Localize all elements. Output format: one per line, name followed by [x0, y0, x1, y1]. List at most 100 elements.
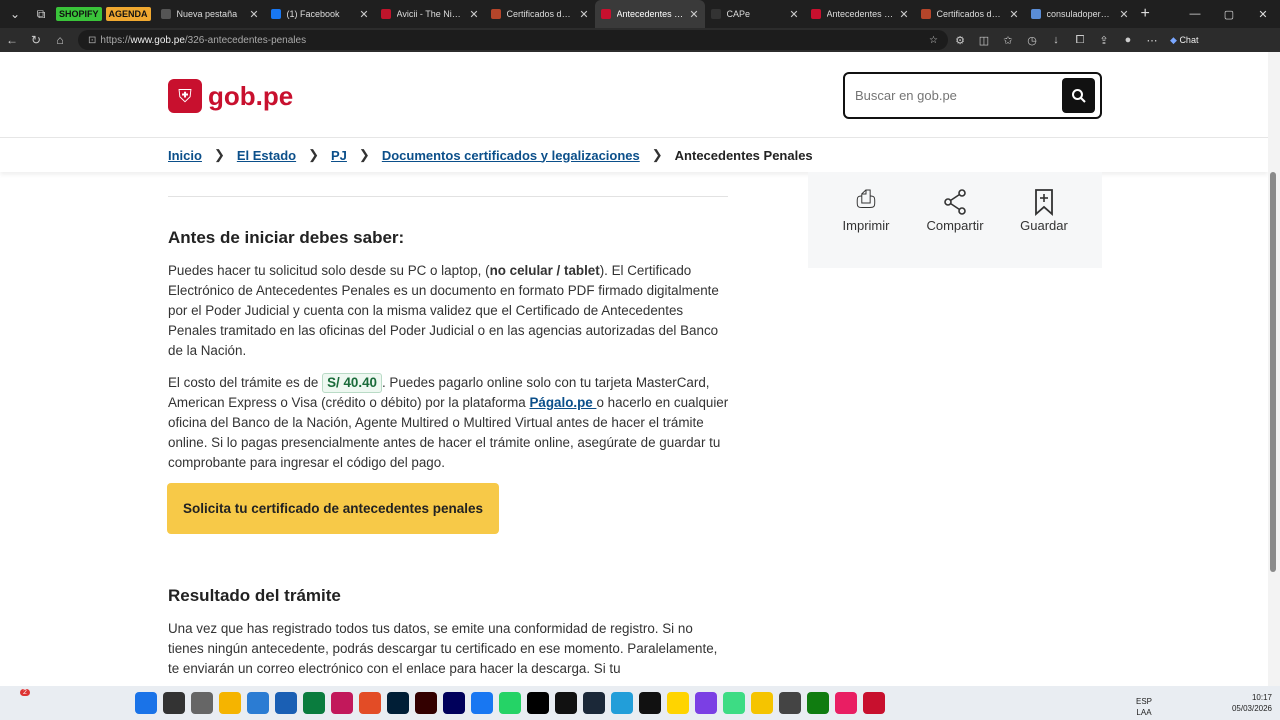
bookmark-pill-agenda[interactable]: AGENDA — [105, 7, 151, 21]
screenshot-icon[interactable]: ⧠ — [1068, 34, 1092, 47]
taskbar-app-icon[interactable] — [359, 692, 381, 714]
taskbar-app-icon[interactable] — [191, 692, 213, 714]
taskbar-app-icon[interactable] — [583, 692, 605, 714]
taskbar-app-icon[interactable] — [443, 692, 465, 714]
browser-tab[interactable]: CAPe ✕ — [705, 0, 805, 28]
clock-date: 05/03/2026 — [1231, 704, 1272, 713]
tab-favicon-icon — [810, 9, 821, 19]
taskbar-app-icon[interactable] — [247, 692, 269, 714]
taskbar-app-icon[interactable] — [331, 692, 353, 714]
request-certificate-button[interactable]: Solicita tu certificado de antecedentes … — [167, 483, 499, 534]
taskbar-app-icon[interactable] — [387, 692, 409, 714]
site-info-icon[interactable]: ⊡ — [88, 35, 96, 46]
tab-close-icon[interactable]: ✕ — [789, 8, 798, 21]
browser-tab[interactable]: Avicii - The Nights | ✕ — [375, 0, 485, 28]
pagalo-link[interactable]: Págalo.pe — [529, 395, 596, 410]
url-field[interactable]: ⊡ https://www.gob.pe/326-antecedentes-pe… — [78, 30, 948, 50]
browser-tab[interactable]: Nueva pestaña ✕ — [155, 0, 265, 28]
workspaces-icon[interactable]: ⧉ — [30, 3, 52, 25]
url-path: /326-antecedentes-penales — [184, 34, 307, 46]
layout-text: LAA — [1136, 708, 1152, 717]
tab-close-icon[interactable]: ✕ — [689, 8, 698, 21]
maximize-button[interactable]: ▢ — [1212, 8, 1246, 21]
tab-close-icon[interactable]: ✕ — [1119, 8, 1128, 21]
taskbar-app-icon[interactable] — [415, 692, 437, 714]
tab-close-icon[interactable]: ✕ — [899, 8, 908, 21]
search-input[interactable] — [855, 88, 1055, 103]
home-icon[interactable]: ⌂ — [48, 33, 72, 47]
taskbar-app-icon[interactable] — [471, 692, 493, 714]
search-button[interactable] — [1062, 78, 1095, 113]
taskbar-app-icon[interactable] — [807, 692, 829, 714]
widgets-icon[interactable]: 2 — [12, 689, 32, 713]
taskbar-app-icon[interactable] — [779, 692, 801, 714]
peru-shield-icon: ⛨ — [168, 79, 202, 113]
print-button[interactable]: ⎙ Imprimir — [826, 186, 906, 233]
chevron-right-icon: ❯ — [651, 147, 663, 162]
taskbar-app-icon[interactable] — [639, 692, 661, 714]
share-button[interactable]: Compartir — [915, 186, 995, 233]
breadcrumb-el-estado[interactable]: El Estado — [237, 148, 296, 163]
more-menu-icon[interactable]: ⋯ — [1140, 34, 1164, 47]
browser-tab[interactable]: (1) Facebook ✕ — [265, 0, 375, 28]
close-window-button[interactable]: ✕ — [1246, 8, 1280, 21]
tab-title: CAPe — [726, 9, 751, 19]
taskbar-app-icon[interactable] — [751, 692, 773, 714]
back-icon[interactable]: ← — [0, 33, 24, 47]
taskbar-app-icon[interactable] — [555, 692, 577, 714]
copilot-chat-button[interactable]: ◆ Chat — [1170, 35, 1198, 46]
taskbar-app-icon[interactable] — [835, 692, 857, 714]
taskbar-app-icon[interactable] — [695, 692, 717, 714]
tab-title: Antecedentes Pe — [616, 9, 684, 19]
breadcrumb-inicio[interactable]: Inicio — [168, 148, 202, 163]
taskbar-app-icon[interactable] — [303, 692, 325, 714]
site-header: ⛨ gob.pe — [0, 52, 1268, 138]
tab-close-icon[interactable]: ✕ — [579, 8, 588, 21]
share-browser-icon[interactable]: ⇪ — [1092, 34, 1116, 47]
bookmark-pill-shopify[interactable]: SHOPIFY — [56, 7, 102, 21]
tab-close-icon[interactable]: ✕ — [1009, 8, 1018, 21]
downloads-icon[interactable]: ↓ — [1044, 34, 1068, 46]
tab-close-icon[interactable]: ✕ — [469, 8, 478, 21]
browser-tab[interactable]: Antecedentes Pe ✕ — [594, 0, 705, 28]
extensions-icon[interactable]: ⚙ — [948, 34, 972, 47]
taskbar-app-icon[interactable] — [163, 692, 185, 714]
favorites-icon[interactable]: ✩ — [996, 34, 1020, 47]
taskbar-app-icon[interactable] — [527, 692, 549, 714]
taskbar-app-icon[interactable] — [219, 692, 241, 714]
page-scrollbar[interactable] — [1268, 52, 1280, 686]
history-icon[interactable]: ◷ — [1020, 34, 1044, 47]
scrollbar-thumb[interactable] — [1270, 172, 1276, 572]
tab-close-icon[interactable]: ✕ — [249, 8, 258, 21]
paragraph-resultado: Una vez que has registrado todos tus dat… — [168, 621, 718, 676]
taskbar-app-icon[interactable] — [723, 692, 745, 714]
browser-tab[interactable]: Certificados de ante ✕ — [485, 0, 595, 28]
taskbar-app-icon[interactable] — [667, 692, 689, 714]
browser-tab[interactable]: consuladoperumad ✕ — [1025, 0, 1135, 28]
notification-badge: 2 — [20, 689, 30, 696]
site-logo[interactable]: ⛨ gob.pe — [168, 79, 293, 113]
favorite-star-icon[interactable]: ☆ — [929, 35, 938, 46]
section-title-antes: Antes de iniciar debes saber: — [168, 228, 405, 247]
breadcrumb-pj[interactable]: PJ — [331, 148, 347, 163]
taskbar-app-icon[interactable] — [275, 692, 297, 714]
new-tab-button[interactable]: + — [1141, 5, 1150, 23]
p1-bold: no celular / tablet — [489, 263, 600, 278]
taskbar-app-icon[interactable] — [863, 692, 885, 714]
language-indicator[interactable]: ESP LAA — [1136, 696, 1152, 718]
reload-icon[interactable]: ↻ — [24, 33, 48, 47]
taskbar-app-icon[interactable] — [499, 692, 521, 714]
browser-tab[interactable]: Antecedentes Penal ✕ — [805, 0, 915, 28]
taskbar-app-icon[interactable] — [135, 692, 157, 714]
system-tray[interactable]: ESP LAA 10:17 05/03/2026 — [1136, 692, 1272, 717]
taskbar-app-icon[interactable] — [611, 692, 633, 714]
breadcrumb-documentos[interactable]: Documentos certificados y legalizaciones — [382, 148, 640, 163]
save-button[interactable]: Guardar — [1004, 186, 1084, 233]
split-screen-icon[interactable]: ◫ — [972, 34, 996, 47]
profile-avatar[interactable]: ● — [1116, 34, 1140, 46]
tab-actions-chevron-icon[interactable]: ⌄ — [4, 3, 26, 25]
printer-icon: ⎙ — [856, 186, 876, 213]
browser-tab[interactable]: Certificados de Ante ✕ — [915, 0, 1025, 28]
minimize-button[interactable]: — — [1178, 8, 1212, 21]
tab-close-icon[interactable]: ✕ — [359, 8, 368, 21]
